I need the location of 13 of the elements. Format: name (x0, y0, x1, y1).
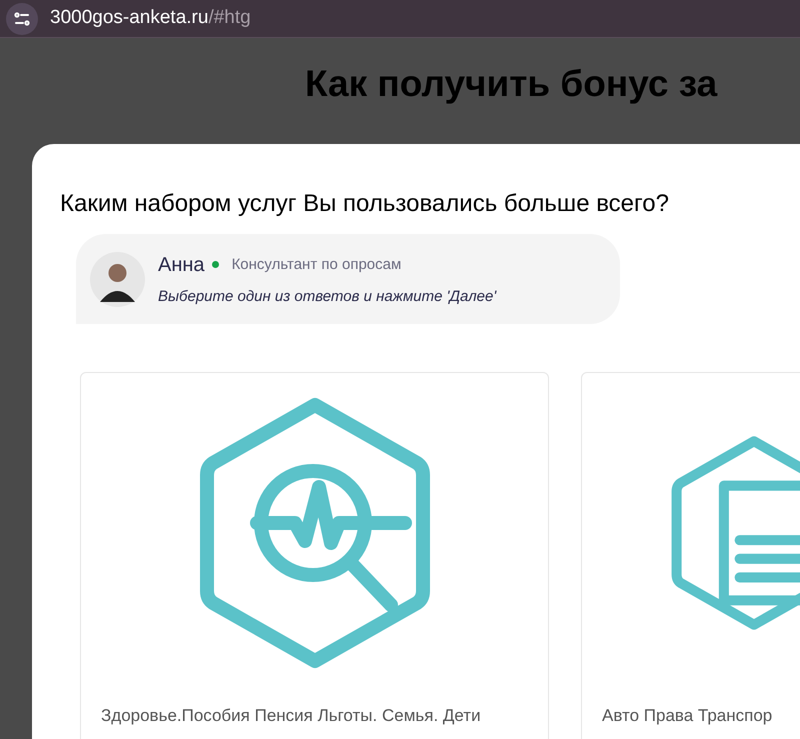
option-label: Авто Права Транспор (601, 705, 774, 727)
consultant-name: Анна (158, 252, 205, 278)
avatar-silhouette (90, 252, 145, 306)
consultant-message: Выберите один из ответов и нажмите 'Далее' (158, 286, 496, 307)
answer-option-card[interactable]: Авто Права Транспор (581, 372, 800, 739)
question-title: Каким набором услуг Вы пользовались больше всего? (60, 189, 670, 219)
consultant-role: Консультант по опросам (232, 254, 402, 274)
site-settings-button[interactable] (6, 2, 38, 34)
url-field[interactable]: 3000gos-anketa.ru/#htg (50, 4, 251, 33)
page-heading: Как получить бонус за (305, 62, 718, 106)
option-label: Здоровье.Пособия Пенсия Льготы. Семья. Дети (100, 705, 482, 727)
answer-option-card[interactable]: Здоровье.Пособия Пенсия Льготы. Семья. Дети (80, 372, 549, 739)
settings-icon (14, 12, 30, 26)
